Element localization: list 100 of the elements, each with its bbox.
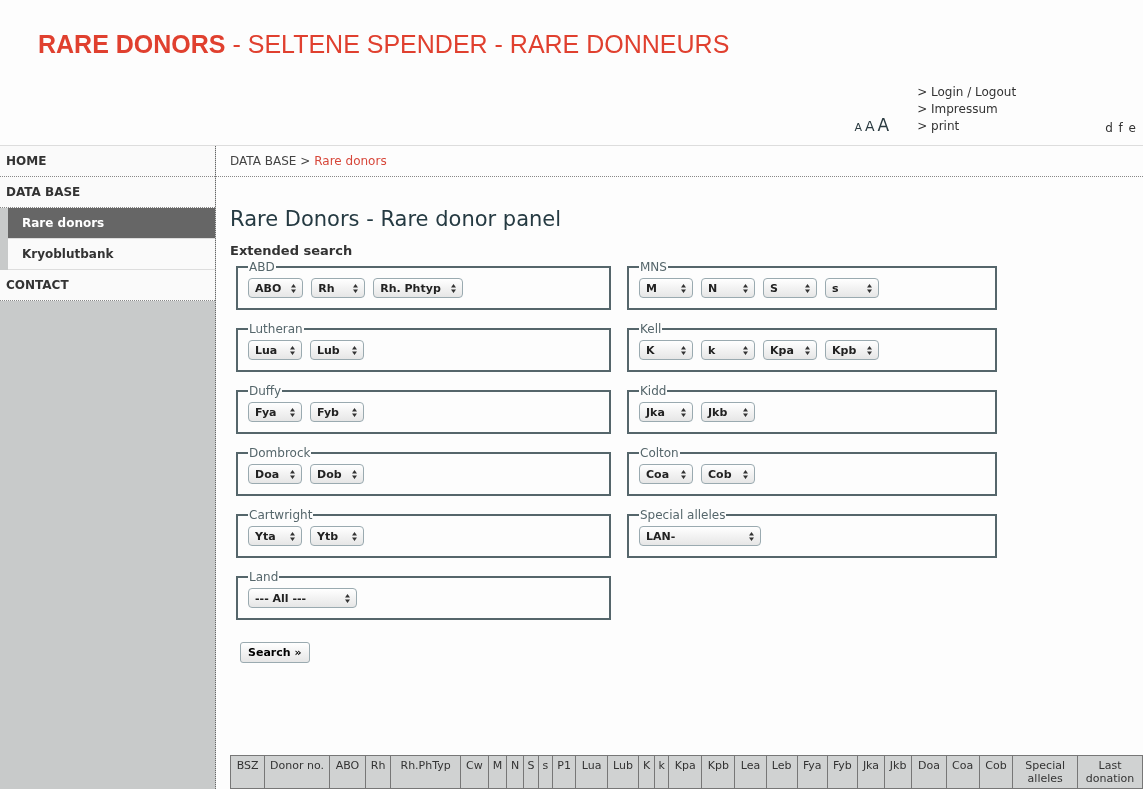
updown-icon <box>805 283 810 293</box>
dropdown[interactable]: Doa <box>248 464 302 484</box>
column-header: Fya <box>797 755 828 789</box>
dropdown[interactable]: ABO <box>248 278 304 298</box>
dropdown[interactable]: Jkb <box>701 402 755 422</box>
dropdown[interactable]: Jka <box>639 402 693 422</box>
font-size-link[interactable]: A <box>864 118 875 134</box>
updown-icon <box>290 345 295 355</box>
updown-icon <box>743 345 748 355</box>
dropdown[interactable]: k <box>701 340 755 360</box>
dropdown[interactable]: Fya <box>248 402 302 422</box>
dropdown[interactable]: Coa <box>639 464 693 484</box>
column-header: Jkb <box>884 755 912 789</box>
column-header: Kpb <box>701 755 735 789</box>
column-header: Kpa <box>668 755 702 789</box>
dropdown[interactable]: Dob <box>310 464 364 484</box>
group-legend: ABD <box>248 260 276 274</box>
updown-icon <box>749 531 754 541</box>
column-header: Donor no. <box>264 755 330 789</box>
language-links[interactable]: d f e <box>1105 121 1137 135</box>
column-header: S <box>523 755 539 789</box>
dropdown[interactable]: --- All --- <box>248 588 357 608</box>
updown-icon <box>352 469 357 479</box>
column-header: K <box>638 755 655 789</box>
column-header: Lea <box>734 755 766 789</box>
sidebar-item[interactable]: HOME <box>0 146 215 177</box>
column-header: N <box>506 755 524 789</box>
search-button[interactable]: Search » <box>240 642 310 663</box>
column-header: Rh <box>365 755 391 789</box>
section-title: Extended search <box>230 243 354 258</box>
column-header: Fyb <box>827 755 858 789</box>
column-header: BSZ <box>230 755 265 789</box>
breadcrumb-current: Rare donors <box>314 154 387 168</box>
group-legend: MNS <box>639 260 668 274</box>
group-legend: Dombrock <box>248 446 312 460</box>
dropdown[interactable]: Lub <box>310 340 364 360</box>
dropdown[interactable]: Kpa <box>763 340 817 360</box>
group-legend: Colton <box>639 446 680 460</box>
header-link[interactable]: > Impressum <box>917 101 1058 118</box>
group-legend: Cartwright <box>248 508 314 522</box>
group-legend: Duffy <box>248 384 283 398</box>
dropdown[interactable]: Fyb <box>310 402 364 422</box>
dropdown[interactable]: Lua <box>248 340 302 360</box>
updown-icon <box>681 345 686 355</box>
sidebar-subitem[interactable]: Rare donors <box>8 208 215 239</box>
dropdown[interactable]: N <box>701 278 755 298</box>
updown-icon <box>352 345 357 355</box>
dropdown[interactable]: S <box>763 278 817 298</box>
column-header: Special alleles <box>1012 755 1078 789</box>
page-title: Rare Donors - Rare donor panel <box>230 207 563 231</box>
column-header: Rh.PhTyp <box>390 755 461 789</box>
column-header: P1 <box>552 755 576 789</box>
column-header: s <box>538 755 553 789</box>
group-legend: Kell <box>639 322 663 336</box>
updown-icon <box>352 531 357 541</box>
updown-icon <box>290 469 295 479</box>
column-header: Jka <box>857 755 885 789</box>
header-link[interactable]: > print <box>917 118 1058 135</box>
group-legend: Kidd <box>639 384 668 398</box>
updown-icon <box>743 469 748 479</box>
updown-icon <box>867 283 872 293</box>
column-header: Doa <box>911 755 947 789</box>
sidebar-item[interactable]: CONTACT <box>0 270 215 301</box>
site-title: RARE DONORS - SELTENE SPENDER - RARE DONNEURS <box>37 29 731 59</box>
sidebar-subitem[interactable]: Kryoblutbank <box>8 239 215 270</box>
dropdown[interactable]: LAN- <box>639 526 761 546</box>
column-header: Lua <box>575 755 608 789</box>
updown-icon <box>681 407 686 417</box>
header-link[interactable]: > Login / Logout <box>917 84 1058 101</box>
dropdown[interactable]: Kpb <box>825 340 879 360</box>
column-header: Lub <box>607 755 639 789</box>
updown-icon <box>743 407 748 417</box>
updown-icon <box>450 283 456 293</box>
updown-icon <box>352 407 357 417</box>
dropdown[interactable]: Rh. Phtyp <box>373 278 463 298</box>
group-legend: Lutheran <box>248 322 304 336</box>
updown-icon <box>681 469 686 479</box>
column-header: Coa <box>946 755 980 789</box>
breadcrumb-link[interactable]: DATA BASE > <box>230 154 311 168</box>
updown-icon <box>805 345 810 355</box>
dropdown[interactable]: Rh <box>311 278 366 298</box>
group-legend: Land <box>248 570 280 584</box>
column-header: Leb <box>766 755 798 789</box>
updown-icon <box>290 407 295 417</box>
dropdown[interactable]: Ytb <box>310 526 364 546</box>
dropdown[interactable]: s <box>825 278 879 298</box>
updown-icon <box>345 593 350 603</box>
column-header: Cw <box>460 755 489 789</box>
column-header: M <box>488 755 507 789</box>
sidebar-item[interactable]: DATA BASE <box>0 177 215 208</box>
dropdown[interactable]: Yta <box>248 526 302 546</box>
font-size-link[interactable]: A <box>854 121 862 134</box>
dropdown[interactable]: Cob <box>701 464 755 484</box>
column-header: ABO <box>329 755 366 789</box>
column-header: Last donation <box>1077 755 1143 789</box>
dropdown[interactable]: K <box>639 340 693 360</box>
updown-icon <box>353 283 359 293</box>
dropdown[interactable]: M <box>639 278 693 298</box>
font-size-link[interactable]: A <box>877 115 890 135</box>
column-header: Cob <box>979 755 1013 789</box>
